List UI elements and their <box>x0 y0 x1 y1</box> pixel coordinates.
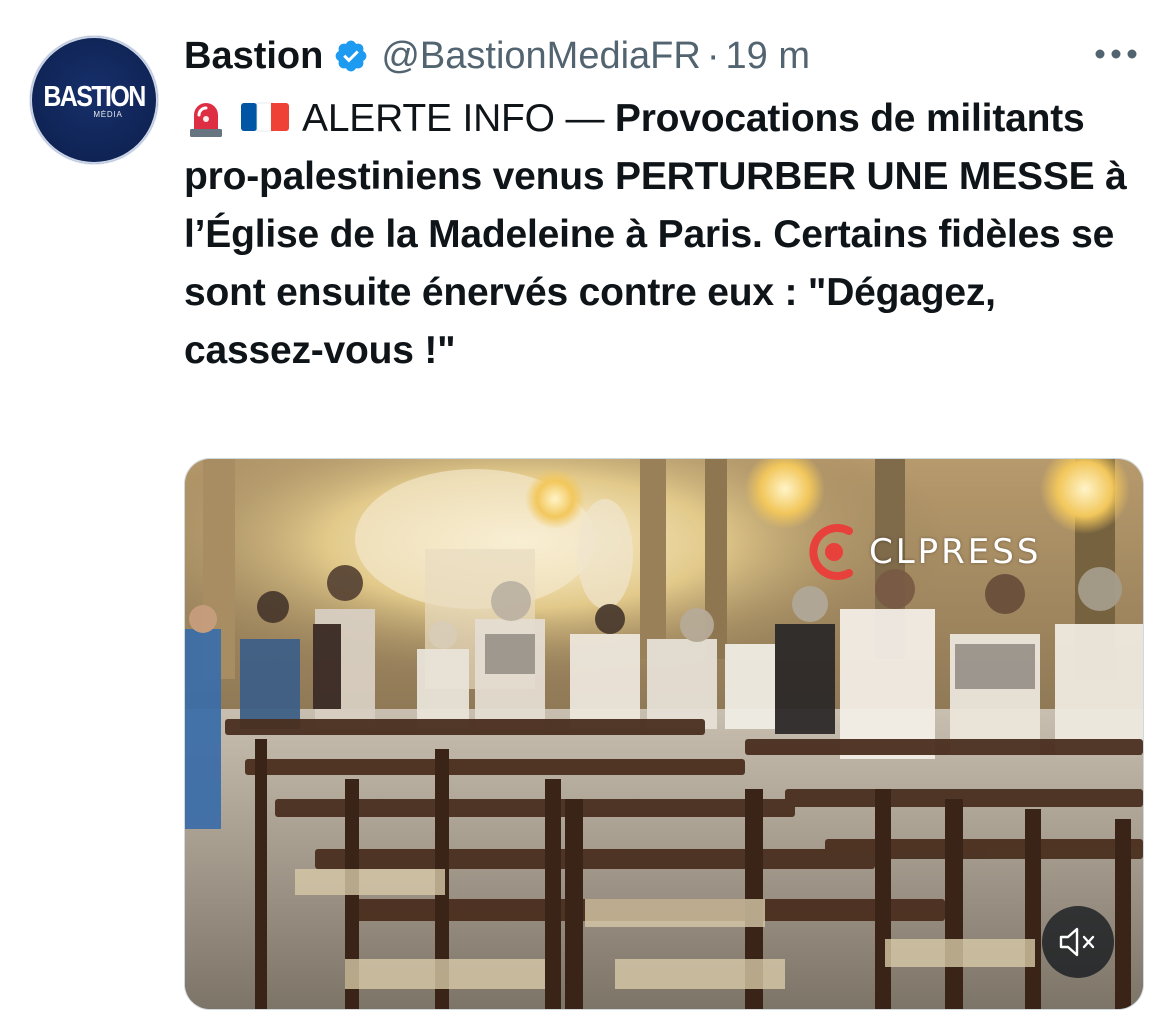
flag-france-icon <box>241 102 289 132</box>
more-options-button[interactable] <box>1090 34 1142 74</box>
more-horizontal-icon <box>1095 49 1137 59</box>
verified-badge-icon <box>335 40 367 72</box>
video-player[interactable]: CLPRESS <box>184 458 1144 1010</box>
tweet-timestamp[interactable]: 19 m <box>726 35 810 78</box>
author-display-name[interactable]: Bastion <box>184 35 323 78</box>
author-avatar[interactable]: BASTION MÉDIA <box>30 36 158 164</box>
mute-toggle-button[interactable] <box>1042 906 1114 978</box>
rotating-light-icon <box>190 102 222 137</box>
tweet-header: Bastion @BastionMediaFR · 19 m <box>184 30 810 82</box>
volume-muted-icon <box>1059 927 1095 957</box>
alert-prefix: ALERTE INFO — <box>302 97 615 140</box>
video-watermark: CLPRESS <box>805 521 1041 583</box>
tweet-body: ALERTE INFO — Provocations de militants … <box>184 90 1144 380</box>
watermark-text: CLPRESS <box>869 532 1042 572</box>
clpress-logo-icon <box>809 524 853 580</box>
avatar-sub-text: MÉDIA <box>93 110 123 119</box>
avatar-brand-text: BASTION <box>43 80 146 114</box>
tweet-card[interactable]: BASTION MÉDIA Bastion @BastionMediaFR · … <box>0 0 1170 1012</box>
header-separator: · <box>706 34 720 77</box>
author-handle[interactable]: @BastionMediaFR <box>381 35 700 78</box>
